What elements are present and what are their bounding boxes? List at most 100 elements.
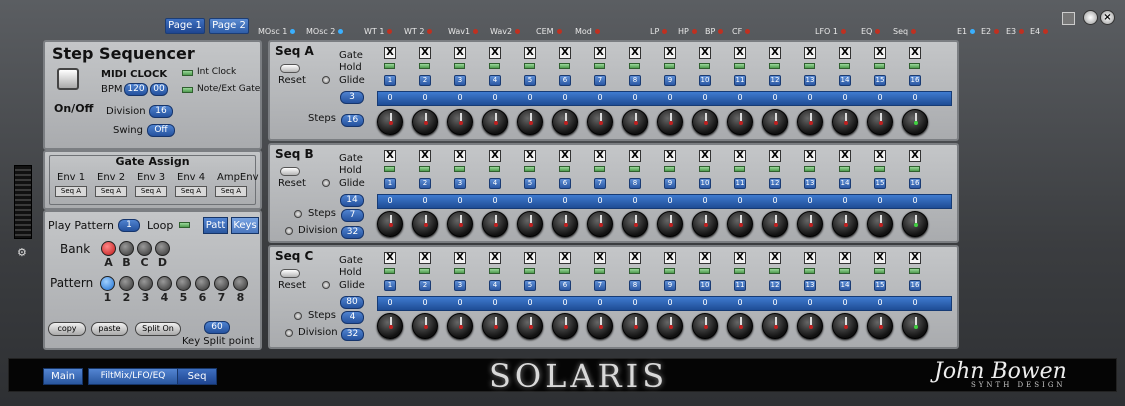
swing-field[interactable]: Off xyxy=(147,124,175,137)
gate-assign-select[interactable]: Seq A xyxy=(175,186,207,197)
glide-field[interactable]: 3 xyxy=(340,91,364,104)
tab-filtmix[interactable]: FiltMix/LFO/EQ xyxy=(88,368,178,385)
step-knob[interactable] xyxy=(832,109,858,135)
step-knob[interactable] xyxy=(517,313,543,339)
gate-checkbox[interactable]: X xyxy=(419,47,431,59)
gate-assign-select[interactable]: Seq A xyxy=(135,186,167,197)
gate-checkbox[interactable]: X xyxy=(909,150,921,162)
step-knob[interactable] xyxy=(902,211,928,237)
hold-led[interactable] xyxy=(734,63,745,69)
pattern-button[interactable] xyxy=(214,276,229,291)
gate-checkbox[interactable]: X xyxy=(734,47,746,59)
gate-assign-select[interactable]: Seq A xyxy=(215,186,247,197)
step-knob[interactable] xyxy=(657,211,683,237)
gate-checkbox[interactable]: X xyxy=(559,252,571,264)
step-knob[interactable] xyxy=(447,313,473,339)
step-knob[interactable] xyxy=(482,211,508,237)
hold-led[interactable] xyxy=(769,166,780,172)
key-split-field[interactable]: 60 xyxy=(204,321,230,334)
reset-button[interactable] xyxy=(280,64,300,73)
step-number-button[interactable]: 15 xyxy=(874,280,886,291)
hold-led[interactable] xyxy=(594,166,605,172)
steps-field[interactable]: 4 xyxy=(341,311,364,324)
step-knob[interactable] xyxy=(797,313,823,339)
tab-page-2[interactable]: Page 2 xyxy=(209,18,249,34)
step-knob[interactable] xyxy=(587,109,613,135)
pattern-button[interactable] xyxy=(138,276,153,291)
close-icon[interactable]: × xyxy=(1100,10,1115,25)
gate-checkbox[interactable]: X xyxy=(489,47,501,59)
gate-checkbox[interactable]: X xyxy=(664,252,676,264)
gate-checkbox[interactable]: X xyxy=(664,150,676,162)
division-field[interactable]: 32 xyxy=(341,328,364,341)
gate-checkbox[interactable]: X xyxy=(699,150,711,162)
step-number-button[interactable]: 8 xyxy=(629,178,641,189)
gate-checkbox[interactable]: X xyxy=(524,47,536,59)
gate-checkbox[interactable]: X xyxy=(559,150,571,162)
step-number-button[interactable]: 10 xyxy=(699,75,711,86)
step-number-button[interactable]: 15 xyxy=(874,178,886,189)
gate-checkbox[interactable]: X xyxy=(629,150,641,162)
step-knob[interactable] xyxy=(692,109,718,135)
step-knob[interactable] xyxy=(762,109,788,135)
step-number-button[interactable]: 6 xyxy=(559,178,571,189)
tab-seq[interactable]: Seq xyxy=(177,368,217,385)
gate-checkbox[interactable]: X xyxy=(909,252,921,264)
hold-led[interactable] xyxy=(524,63,535,69)
gate-checkbox[interactable]: X xyxy=(734,150,746,162)
step-knob[interactable] xyxy=(762,313,788,339)
pattern-button[interactable] xyxy=(119,276,134,291)
step-knob[interactable] xyxy=(797,211,823,237)
step-knob[interactable] xyxy=(867,313,893,339)
step-knob[interactable] xyxy=(832,211,858,237)
hold-led[interactable] xyxy=(489,166,500,172)
step-knob[interactable] xyxy=(832,313,858,339)
gate-checkbox[interactable]: X xyxy=(909,47,921,59)
hold-led[interactable] xyxy=(874,268,885,274)
step-knob[interactable] xyxy=(727,211,753,237)
step-knob[interactable] xyxy=(692,211,718,237)
hold-led[interactable] xyxy=(664,63,675,69)
step-number-button[interactable]: 4 xyxy=(489,280,501,291)
gate-checkbox[interactable]: X xyxy=(524,150,536,162)
step-number-button[interactable]: 6 xyxy=(559,75,571,86)
gate-checkbox[interactable]: X xyxy=(419,252,431,264)
glide-switch[interactable] xyxy=(322,281,330,289)
step-number-button[interactable]: 15 xyxy=(874,75,886,86)
step-knob[interactable] xyxy=(902,109,928,135)
step-number-button[interactable]: 11 xyxy=(734,280,746,291)
hold-led[interactable] xyxy=(769,63,780,69)
onoff-button[interactable] xyxy=(57,68,79,90)
step-number-button[interactable]: 8 xyxy=(629,280,641,291)
bpm-int-field[interactable]: 120 xyxy=(124,83,148,96)
gate-checkbox[interactable]: X xyxy=(384,47,396,59)
step-knob[interactable] xyxy=(517,211,543,237)
step-number-button[interactable]: 8 xyxy=(629,75,641,86)
step-number-button[interactable]: 1 xyxy=(384,178,396,189)
step-number-button[interactable]: 1 xyxy=(384,280,396,291)
step-knob[interactable] xyxy=(867,109,893,135)
step-number-button[interactable]: 9 xyxy=(664,75,676,86)
step-knob[interactable] xyxy=(447,109,473,135)
gate-checkbox[interactable]: X xyxy=(629,47,641,59)
step-number-button[interactable]: 2 xyxy=(419,178,431,189)
gate-checkbox[interactable]: X xyxy=(489,252,501,264)
step-knob[interactable] xyxy=(727,313,753,339)
step-number-button[interactable]: 2 xyxy=(419,75,431,86)
glide-switch[interactable] xyxy=(322,76,330,84)
step-number-button[interactable]: 7 xyxy=(594,75,606,86)
step-knob[interactable] xyxy=(657,313,683,339)
step-knob[interactable] xyxy=(727,109,753,135)
step-number-button[interactable]: 10 xyxy=(699,280,711,291)
step-knob[interactable] xyxy=(622,313,648,339)
hold-led[interactable] xyxy=(804,166,815,172)
hold-led[interactable] xyxy=(594,63,605,69)
step-number-button[interactable]: 4 xyxy=(489,75,501,86)
loop-led[interactable] xyxy=(179,222,190,228)
gate-checkbox[interactable]: X xyxy=(839,150,851,162)
glide-field[interactable]: 14 xyxy=(340,194,364,207)
steps-switch[interactable] xyxy=(294,312,302,320)
division-field[interactable]: 32 xyxy=(341,226,364,239)
step-number-button[interactable]: 6 xyxy=(559,280,571,291)
gate-checkbox[interactable]: X xyxy=(804,150,816,162)
